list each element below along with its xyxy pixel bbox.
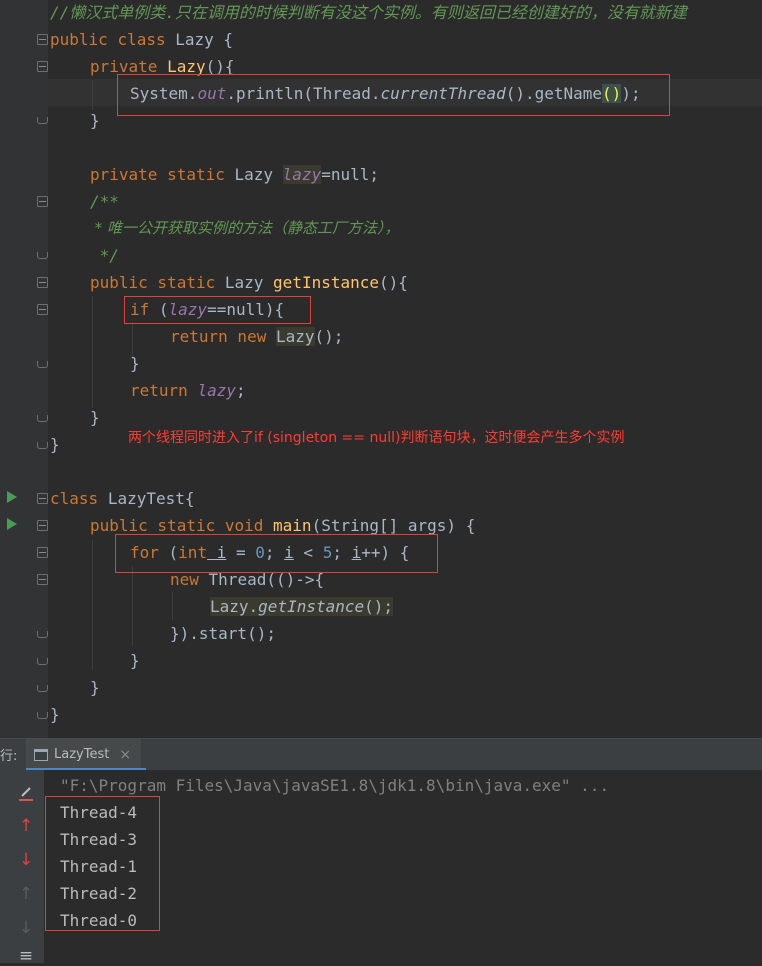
keyword: public (50, 30, 108, 49)
if-close: } (130, 354, 140, 373)
paren: (); (364, 597, 394, 616)
run-main-icon[interactable] (7, 518, 17, 530)
run-class-icon[interactable] (7, 491, 17, 503)
keyword: class (50, 489, 99, 508)
fold-marker[interactable] (37, 34, 48, 45)
keyword: public static (90, 273, 216, 292)
lazy-class-declaration: public class Lazy { (50, 26, 233, 53)
fold-marker[interactable] (37, 574, 48, 585)
fold-end-marker[interactable] (37, 685, 48, 692)
fold-end-marker[interactable] (37, 361, 48, 368)
arrow-up-disabled-icon[interactable]: ↑ (16, 884, 36, 904)
method-name: main (273, 516, 312, 535)
keyword: return (130, 381, 188, 400)
paren: (); (314, 327, 344, 346)
arrow-up-icon[interactable]: ↑ (16, 816, 36, 836)
arrow-down-icon[interactable]: ↓ (16, 850, 36, 870)
doc-comment-close: */ (90, 246, 119, 265)
fold-marker[interactable] (37, 61, 48, 72)
arrow-down-disabled-icon[interactable]: ↓ (16, 918, 36, 938)
keyword: public static void (90, 516, 264, 535)
field-name: lazy (282, 165, 322, 184)
class-ref: Lazy (275, 327, 315, 346)
class-name: Lazy (175, 30, 214, 49)
fold-marker[interactable] (37, 493, 48, 504)
return-new-statement: return new Lazy(); (170, 323, 343, 350)
close-icon[interactable]: × (119, 747, 131, 763)
semicolon: ; (235, 381, 246, 400)
fold-end-marker[interactable] (37, 415, 48, 422)
run-config-icon (34, 748, 48, 761)
fold-marker[interactable] (37, 304, 48, 315)
fold-marker[interactable] (37, 547, 48, 558)
get-instance-declaration: public static Lazy getInstance(){ (90, 269, 408, 296)
fold-end-marker[interactable] (37, 631, 48, 638)
highlight-box-output (45, 796, 160, 931)
fold-marker[interactable] (37, 520, 48, 531)
keyword: private static (90, 165, 225, 184)
run-tab-lazytest[interactable]: LazyTest × (26, 739, 142, 770)
class-ref: Lazy. (210, 597, 259, 616)
class-close: } (50, 705, 60, 724)
method-close: } (90, 408, 100, 427)
fold-marker[interactable] (37, 277, 48, 288)
type-name: Lazy (224, 273, 264, 292)
editor-gutter (0, 0, 48, 738)
for-close: } (130, 651, 140, 670)
clear-icon[interactable] (16, 784, 36, 804)
highlight-box-for (115, 534, 438, 573)
fold-end-marker[interactable] (37, 252, 48, 259)
thread-start: }).start(); (170, 624, 276, 643)
run-label: 行: (0, 749, 18, 764)
indent-guide (92, 540, 93, 670)
get-instance-call: Lazy.getInstance(); (210, 593, 394, 620)
fold-end-marker[interactable] (37, 117, 48, 124)
field-declaration: private static Lazy lazy=null; (90, 161, 379, 188)
paren: (){ (379, 273, 408, 292)
fold-end-marker[interactable] (37, 658, 48, 665)
doc-comment-text: * 唯一公开获取实例的方法（静态工厂方法）， (90, 219, 400, 237)
field-initializer: =null; (321, 165, 379, 184)
keyword: return new (170, 327, 267, 346)
highlight-box-if (124, 296, 311, 324)
class-close: } (50, 435, 60, 454)
method-call: getInstance (258, 597, 365, 616)
fold-marker[interactable] (37, 196, 48, 207)
indent-guide (132, 566, 133, 646)
brace: { (184, 489, 195, 508)
indent-guide (172, 592, 173, 620)
main-close: } (90, 678, 100, 697)
params: (String[] args) { (311, 516, 476, 535)
code-editor[interactable]: //懒汉式单例类.只在调用的时候判断有没这个实例。有则返回已经创建好的，没有就新… (0, 0, 762, 738)
highlight-box-println (117, 74, 670, 116)
doc-comment-open: /** (90, 192, 119, 211)
run-toolwindow-header: 行: LazyTest × (0, 738, 762, 770)
console-command: "F:\Program Files\Java\javaSE1.8\jdk1.8\… (60, 776, 610, 795)
type-name: Lazy (234, 165, 274, 184)
fold-end-marker[interactable] (37, 442, 48, 449)
annotation-text: 两个线程同时进入了if (singleton == null)判断语句块，这时便… (128, 430, 625, 446)
method-name: getInstance (273, 273, 380, 292)
menu-icon[interactable]: ≡ (16, 946, 36, 966)
return-statement: return lazy; (130, 377, 246, 404)
class-comment: //懒汉式单例类.只在调用的时候判断有没这个实例。有则返回已经创建好的，没有就新… (50, 3, 687, 22)
class-name: LazyTest (107, 489, 185, 508)
brace: { (213, 30, 234, 49)
lazytest-class-declaration: class LazyTest{ (50, 485, 195, 512)
constructor-close: } (90, 111, 100, 130)
indent-guide (92, 296, 93, 408)
run-toolbar: ↑ ↓ ↑ ↓ ≡ (0, 770, 44, 966)
field-ref: lazy (197, 381, 236, 400)
fold-end-marker[interactable] (37, 712, 48, 719)
run-tab-label: LazyTest (54, 747, 110, 762)
keyword: class (117, 30, 166, 49)
clear-icon-graphic (19, 787, 33, 801)
indent-guide (92, 80, 93, 110)
